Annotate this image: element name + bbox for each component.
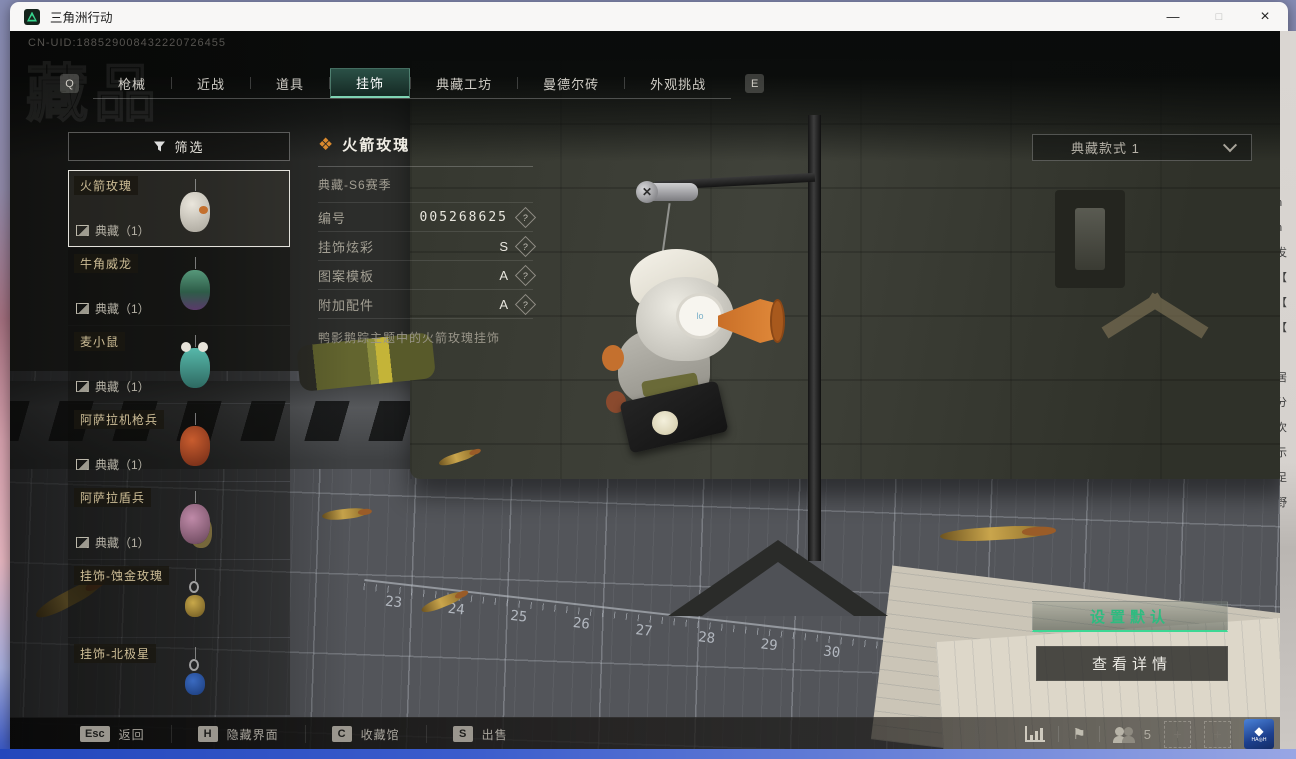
hotkey-collection-hall[interactable]: C 收藏馆: [306, 725, 427, 743]
list-item-gilded-rose[interactable]: 挂饰-蚀金玫瑰: [68, 560, 290, 637]
top-tab-bar: Q 枪械 近战 道具 挂饰 典藏工坊 曼德尔砖 外观挑战 E: [60, 68, 765, 99]
clamp-cap-icon: ✕: [636, 181, 658, 203]
friends-count: 5: [1143, 726, 1151, 742]
account-uid: CN-UID:188529008432220726455: [28, 37, 227, 49]
friends-indicator[interactable]: 5: [1112, 726, 1151, 743]
question-diamond-icon[interactable]: ?: [514, 235, 537, 257]
detail-row-pattern: 图案模板 A ?: [318, 261, 537, 290]
list-item-asara-gunner[interactable]: 阿萨拉机枪兵 典藏（1）: [68, 404, 290, 481]
desktop-side-text: n h 发 【 【 【 ： 居 分 次 示 足 野: [1280, 31, 1296, 749]
hotkey-back[interactable]: Esc 返回: [54, 725, 172, 743]
charm-paw: [602, 345, 624, 371]
plus-slot-icon[interactable]: +: [1164, 720, 1191, 748]
tab-weapons[interactable]: 枪械: [93, 68, 171, 98]
list-item-rocket-rose[interactable]: 火箭玫瑰 典藏（1）: [68, 170, 290, 247]
chevron-down-icon: [1222, 137, 1238, 152]
desktop-taskbar-strip: [0, 749, 1296, 759]
frame-icon: [76, 459, 89, 470]
hotkey-hide-ui[interactable]: H 隐藏界面: [172, 725, 306, 743]
charm-thumbnail: [165, 491, 225, 553]
charm-visor: lo: [676, 293, 724, 339]
charm-thumbnail: [165, 257, 225, 319]
app-logo: [24, 8, 40, 25]
bar-chart-icon[interactable]: [1025, 726, 1046, 742]
frame-icon: [76, 537, 89, 548]
tab-mandel-brick[interactable]: 曼德尔砖: [518, 68, 624, 98]
detail-row-accessory: 附加配件 A ?: [318, 290, 537, 319]
tab-collection-workshop[interactable]: 典藏工坊: [411, 68, 517, 98]
charm-rose: [652, 411, 678, 435]
tab-gear[interactable]: 道具: [251, 68, 329, 98]
crate-chevron: [1100, 287, 1210, 343]
set-default-button[interactable]: 设置默认: [1032, 601, 1228, 632]
list-item-horn-dragon[interactable]: 牛角威龙 典藏（1）: [68, 248, 290, 325]
question-diamond-icon[interactable]: ?: [514, 264, 537, 286]
frame-icon: [76, 225, 89, 236]
close-icon[interactable]: ×: [1242, 2, 1288, 31]
frame-icon: [76, 303, 89, 314]
item-description: 鸭影鹅踪主题中的火箭玫瑰挂饰: [318, 331, 501, 345]
tab-next-hotkey[interactable]: E: [745, 74, 765, 93]
item-detail-panel: ❖ 火箭玫瑰 典藏-S6赛季 编号 005268625 ? 挂饰炫彩 S ? 图…: [318, 134, 537, 346]
minimize-icon[interactable]: —: [1150, 2, 1196, 31]
flag-icon[interactable]: ⚑: [1072, 727, 1085, 742]
plus-slot-icon[interactable]: +: [1204, 720, 1231, 748]
bottom-right-cluster: ⚑ 5 + + ◆ HA◎H: [1025, 718, 1288, 749]
frame-icon: [76, 381, 89, 392]
view-details-button[interactable]: 查看详情: [1036, 646, 1228, 681]
people-icon: [1112, 726, 1137, 743]
bottom-bar: Esc 返回 H 隐藏界面 C 收藏馆 S 出售 ⚑ 5 + + ◆ HA◎H: [10, 717, 1288, 749]
title-bar: 三角洲行动 — □ ×: [10, 2, 1288, 31]
item-season: 典藏-S6赛季: [318, 167, 533, 203]
maximize-icon[interactable]: □: [1196, 2, 1242, 31]
rocket-rose-charm: lo: [590, 241, 800, 501]
question-diamond-icon[interactable]: ?: [514, 206, 537, 228]
charm-thumbnail: [165, 569, 225, 631]
list-item-wheat-mouse[interactable]: 麦小鼠 典藏（1）: [68, 326, 290, 403]
list-item-north-star[interactable]: 挂饰-北极星: [68, 638, 290, 715]
filter-button[interactable]: 筛选: [68, 132, 290, 161]
charm-thumbnail: [165, 647, 225, 709]
detail-row-finish: 挂饰炫彩 S ?: [318, 232, 537, 261]
funnel-icon: [154, 141, 166, 152]
tab-prev-hotkey[interactable]: Q: [60, 74, 79, 93]
tab-charms[interactable]: 挂饰: [330, 68, 411, 98]
tab-melee[interactable]: 近战: [172, 68, 250, 98]
charm-list: 火箭玫瑰 典藏（1） 牛角威龙 典藏（1） 麦小鼠 典藏（1） 阿萨拉机枪兵 典…: [68, 170, 290, 716]
detail-row-serial: 编号 005268625 ?: [318, 203, 537, 232]
charm-thumbnail: [165, 335, 225, 397]
question-diamond-icon[interactable]: ?: [514, 293, 537, 315]
list-item-asara-shield[interactable]: 阿萨拉盾兵 典藏（1）: [68, 482, 290, 559]
charm-trumpet-rim: [770, 299, 785, 343]
window-title: 三角洲行动: [50, 11, 113, 25]
diamond-logo-icon[interactable]: ◆ HA◎H: [1244, 719, 1274, 749]
charm-thumbnail: [165, 413, 225, 475]
game-window: 三角洲行动 — □ × 23 24 25 26 27 28 29 30 ✕ lo…: [10, 2, 1288, 749]
tab-appearance-challenge[interactable]: 外观挑战: [625, 68, 731, 98]
crate-latch: [1055, 190, 1125, 288]
charm-thumbnail: [165, 179, 225, 241]
item-title: 火箭玫瑰: [342, 137, 411, 154]
diamond-cluster-icon: ❖: [318, 135, 334, 154]
style-dropdown[interactable]: 典藏款式 1: [1032, 134, 1252, 161]
hotkey-sell[interactable]: S 出售: [427, 725, 534, 743]
game-viewport: 23 24 25 26 27 28 29 30 ✕ lo CN-UID:1885…: [10, 31, 1288, 749]
